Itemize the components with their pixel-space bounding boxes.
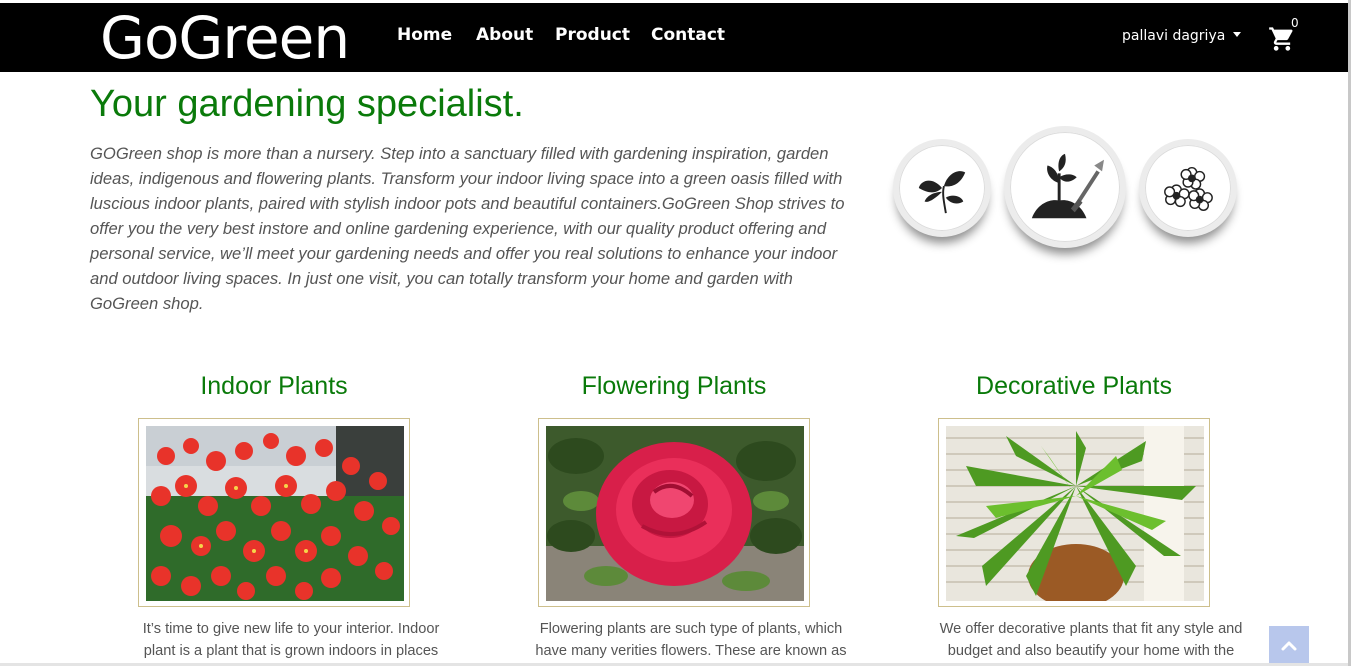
caret-down-icon [1233, 32, 1242, 37]
intro-text: GOGreen shop is more than a nursery. Ste… [90, 144, 845, 313]
flowering-plants-title: Flowering Plants [581, 372, 767, 400]
indoor-plants-description: It’s time to give new life to your inter… [142, 621, 440, 659]
seedling-shovel-icon [1031, 153, 1104, 219]
flowering-plants-description: Flowering plants are such type of plants… [535, 621, 847, 659]
flowers-icon [1164, 166, 1213, 211]
indoor-plants-image-frame[interactable] [138, 418, 410, 607]
leaves-icon [918, 171, 966, 214]
brand-logo[interactable]: GoGreen [100, 5, 350, 71]
user-menu-dropdown[interactable]: pallavi dagriya [1122, 28, 1242, 44]
decorative-plants-title: Decorative Plants [976, 372, 1172, 400]
nav-home[interactable]: Home [397, 25, 452, 45]
flowering-plants-image-frame[interactable] [538, 418, 810, 607]
user-name: pallavi dagriya [1122, 28, 1226, 44]
page-title: Your gardening specialist. [90, 83, 524, 125]
nav-about[interactable]: About [476, 25, 533, 45]
cart-count-badge: 0 [1291, 16, 1299, 30]
decorative-plants-description: We offer decorative plants that fit any … [939, 621, 1243, 659]
nav-product[interactable]: Product [555, 25, 630, 45]
nav-contact[interactable]: Contact [651, 25, 725, 45]
flowering-plants-photo [546, 426, 804, 601]
decorative-plants-image-frame[interactable] [938, 418, 1210, 607]
indoor-plants-title: Indoor Plants [200, 372, 348, 400]
decorative-plants-photo [946, 426, 1204, 601]
flowers-icon-badge [1139, 139, 1237, 237]
indoor-plants-photo [146, 426, 404, 601]
seedling-shovel-icon-badge [1004, 126, 1126, 248]
leaves-icon-badge [893, 139, 991, 237]
chevron-up-icon [1281, 641, 1297, 651]
scroll-to-top-button[interactable] [1269, 626, 1309, 666]
navbar: GoGreen Home About Product Contact palla… [0, 3, 1348, 72]
